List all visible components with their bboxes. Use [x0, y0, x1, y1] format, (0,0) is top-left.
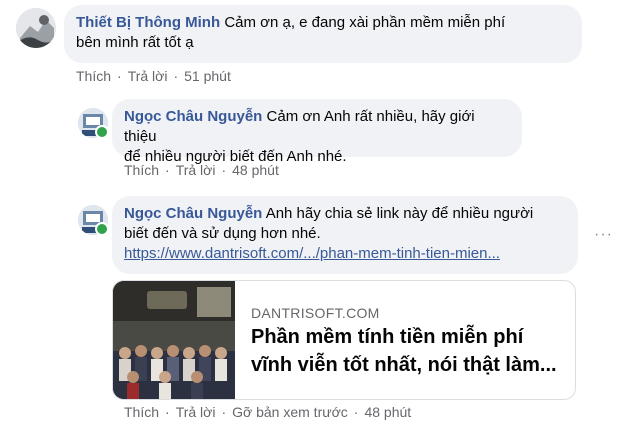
separator: ·	[117, 68, 122, 84]
reply1-author[interactable]: Ngọc Châu Nguyễn	[124, 108, 262, 125]
reply2-actions: Thích · Trả lời · Gỡ bản xem trước · 48 …	[124, 404, 411, 420]
reply2-text-line1: Anh hãy chia sẻ link này để nhiều người	[265, 205, 534, 222]
comment-author[interactable]: Thiết Bị Thông Minh	[76, 14, 220, 31]
reply-button[interactable]: Trả lời	[128, 68, 168, 84]
timestamp[interactable]: 48 phút	[232, 162, 279, 178]
separator: ·	[173, 68, 179, 84]
shared-link[interactable]: https://www.dantrisoft.com/.../phan-mem-…	[124, 245, 500, 262]
reply2-text-line2: biết đến và sử dụng hơn nhé.	[124, 225, 321, 242]
link-preview-image	[113, 281, 235, 399]
reply1-actions: Thích · Trả lời · 48 phút	[124, 162, 279, 178]
separator: ·	[165, 162, 170, 178]
comment-actions: Thích · Trả lời · 51 phút	[76, 68, 231, 84]
reply-button[interactable]: Trả lời	[176, 404, 216, 420]
like-button[interactable]: Thích	[124, 162, 159, 178]
link-preview-card[interactable]: DANTRISOFT.COM Phần mềm tính tiền miễn p…	[112, 280, 576, 400]
commenter-avatar[interactable]	[16, 8, 56, 48]
remove-preview-button[interactable]: Gỡ bản xem trước	[232, 404, 348, 420]
reply-button[interactable]: Trả lời	[176, 162, 216, 178]
link-preview-title-line2: vĩnh viễn tốt nhất, nói thật làm...	[251, 354, 557, 376]
separator: ·	[353, 404, 359, 420]
like-button[interactable]: Thích	[124, 404, 159, 420]
like-button[interactable]: Thích	[76, 68, 111, 84]
comment-text-line1: Cảm ơn ạ, e đang xài phần mềm miễn phí	[224, 14, 506, 31]
separator: ·	[221, 162, 227, 178]
separator: ·	[165, 404, 170, 420]
comment-text-line2: bên mình rất tốt ạ	[76, 34, 194, 51]
link-preview-title: Phần mềm tính tiền miễn phí vĩnh viễn tố…	[251, 323, 569, 379]
link-preview-title-line1: Phần mềm tính tiền miễn phí	[251, 326, 524, 348]
reply2-bubble: Ngọc Châu Nguyễn Anh hãy chia sẻ link nà…	[112, 196, 578, 274]
comment-bubble: Thiết Bị Thông Minh Cảm ơn ạ, e đang xài…	[64, 5, 582, 63]
reply2-author[interactable]: Ngọc Châu Nguyễn	[124, 205, 262, 222]
timestamp[interactable]: 48 phút	[364, 404, 411, 420]
separator: ·	[221, 404, 227, 420]
more-options-icon[interactable]: ···	[594, 226, 613, 244]
online-status-dot	[95, 222, 109, 236]
link-preview-domain: DANTRISOFT.COM	[251, 305, 380, 321]
reply1-bubble: Ngọc Châu Nguyễn Cảm ơn Anh rất nhiều, h…	[112, 99, 522, 165]
timestamp[interactable]: 51 phút	[184, 68, 231, 84]
online-status-dot	[95, 125, 109, 139]
